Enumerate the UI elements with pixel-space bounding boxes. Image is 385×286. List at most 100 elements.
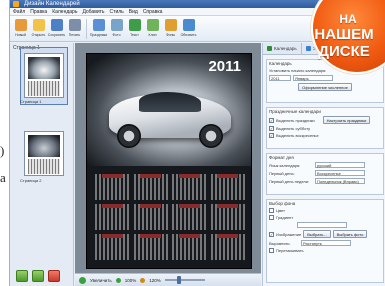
zoom-120-icon[interactable] [140,277,146,283]
delete-page-icon[interactable] [48,270,60,282]
backgrounds-icon [164,19,177,31]
thumbnail-calendar-grid [28,81,60,96]
photo-button[interactable]: Фото [108,16,125,41]
highlight-holidays-checkbox[interactable]: ✓ [269,117,274,123]
month-block [210,234,245,260]
text-icon [128,19,141,31]
thumbnail-calendar-grid [28,159,60,174]
month-block [133,204,168,230]
menu-help[interactable]: Справка [143,8,163,15]
refresh-icon [182,19,195,31]
open-button[interactable]: Открыть [30,16,47,41]
calendar-year: 2011 [208,58,241,75]
calendar-language-select[interactable]: русский [315,162,365,168]
save-icon [50,19,63,31]
gradient-field[interactable] [297,222,347,228]
numbering-style-button[interactable]: Оформление численное [298,83,352,91]
car-wheel [199,124,223,148]
screenshot-canvas: ) а Дизайн Календарей Файл Правка Календ… [0,0,385,286]
badge-line-1: НА [339,12,357,26]
print-button[interactable]: Печать [66,16,83,41]
month-block [172,234,207,260]
fill-mode-select[interactable]: Растянуть [301,240,351,246]
window-title: Дизайн Календарей [24,1,80,7]
menu-view[interactable]: Вид [129,8,138,15]
text-button[interactable]: Текст [126,16,143,41]
choose-photo-button[interactable]: Выбрать фото [332,230,368,238]
page-thumbnails-panel: Страница 1 Страница 1 Страница 2 [10,43,74,286]
holidays-button[interactable]: Праздники [90,16,107,41]
menu-style[interactable]: Стиль [110,8,124,15]
highlight-saturday-checkbox[interactable]: ✓ [269,126,274,131]
zoom-label: Увеличить [90,277,112,283]
clipart-button[interactable]: Клип [144,16,161,41]
calendar-tab-icon [267,46,272,51]
new-icon [14,19,27,31]
thumbnail-caption: Страница 2 [20,178,42,183]
start-month-select[interactable]: Январь [293,75,333,81]
page-edge-text: а [0,170,6,185]
configure-holidays-button[interactable]: Настроить праздники [322,116,371,124]
month-block [172,174,207,200]
zoom-100-icon[interactable] [115,277,121,283]
zoom-slider[interactable] [164,276,205,284]
bg-image-radio[interactable]: ✓ [269,231,274,237]
bg-gradient-radio[interactable] [269,215,274,220]
clipart-icon [146,19,159,31]
zoom-icon [79,276,86,284]
zoom-100[interactable]: 100% [125,278,137,283]
open-icon [32,19,45,31]
refresh-button[interactable]: Обновить [180,16,197,41]
month-block [95,174,130,200]
page-thumbnail-1[interactable] [24,53,64,98]
menu-file[interactable]: Файл [13,8,25,15]
save-button[interactable]: Сохранить [48,16,65,41]
choose-button[interactable]: Выбрать... [303,230,331,238]
settings-panel: Календарь Элементы Календарь Установить … [262,43,385,286]
photo-icon [110,19,123,31]
months-grid [95,174,245,260]
status-bar: Увеличить 100% 120% [75,273,261,286]
calendar-page[interactable]: 2011 [86,53,252,269]
thumbnail-caption: Страница 1 [20,99,42,104]
week-start-select[interactable]: Понедельник (Вправо) [315,178,365,184]
menu-add[interactable]: Добавить [82,8,104,15]
menu-calendar[interactable]: Календарь [52,8,77,15]
first-day-select[interactable]: Воскресенье [315,170,365,176]
car-windshield [139,92,201,112]
print-icon [68,19,81,31]
month-block [95,204,130,230]
car-wheel [117,124,141,148]
app-icon [13,1,19,7]
page-edge-text: ) [0,143,5,158]
start-year-field[interactable]: 2011 [269,75,291,81]
zoom-slider-knob[interactable] [176,276,181,284]
month-block [172,204,207,230]
page-thumbnail-2[interactable] [24,131,64,176]
add-page-icon[interactable] [16,270,28,282]
new-button[interactable]: Новый [12,16,29,41]
bg-color-radio[interactable] [269,208,274,213]
day-format-section: Формат дня Язык календаря: русский Первы… [266,153,384,195]
zoom-120[interactable]: 120% [149,278,161,283]
canvas-area: 2011 [75,43,261,273]
month-block [133,174,168,200]
month-block [210,174,245,200]
thumbnail-actions [16,270,60,282]
duplicate-page-icon[interactable] [32,270,44,282]
menu-edit[interactable]: Правка [30,8,47,15]
backgrounds-button[interactable]: Фоны [162,16,179,41]
badge-line-3: ДИСКЕ [318,43,370,60]
badge-line-2: НАШЕМ [314,26,374,43]
toolbar-separator [86,19,87,39]
highlight-sunday-checkbox[interactable]: ✓ [269,133,274,138]
thumbnail-photo [28,135,60,157]
month-block [95,234,130,260]
drag-checkbox[interactable] [269,248,274,253]
month-block [133,234,168,260]
month-block [210,204,245,230]
background-section: Выбор фона Цвет Градиент ✓ Изображение В… [266,199,384,283]
holidays-icon [92,19,105,31]
tab-calendar[interactable]: Календарь [263,43,302,54]
holidays-section: Праздничные календари ✓ Выделять праздни… [266,107,384,149]
